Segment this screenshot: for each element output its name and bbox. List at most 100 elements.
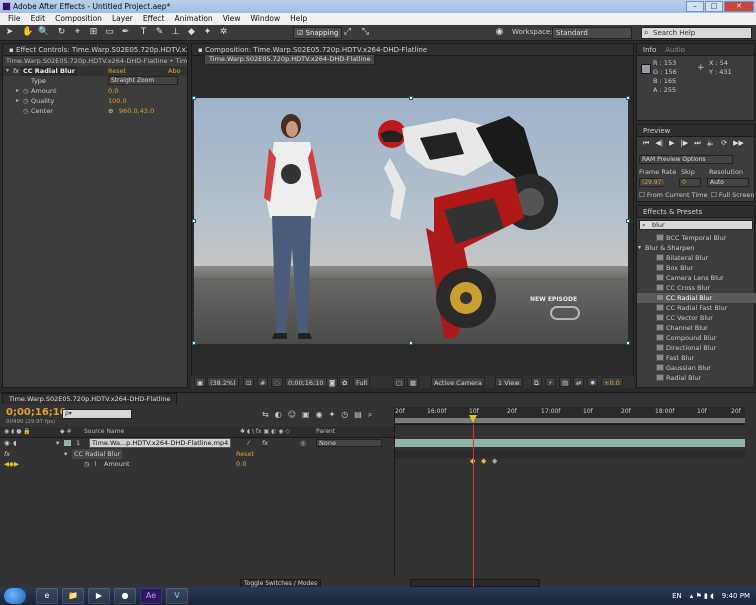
effect-name[interactable]: CC Radial Blur — [21, 66, 77, 76]
source-name-header[interactable]: Source Name — [84, 427, 124, 437]
skip-select[interactable]: 0 — [679, 178, 701, 187]
start-button[interactable] — [4, 588, 26, 604]
amount-value[interactable]: 0.0 — [108, 86, 118, 96]
mute-icon[interactable]: 🔈 — [707, 139, 716, 148]
transform-handle[interactable] — [409, 341, 413, 345]
auto-keyframe-icon[interactable]: ⌕ — [368, 410, 372, 420]
crosshair-icon[interactable]: ⊕ — [108, 106, 113, 116]
effect-item[interactable]: CC Radial Blur — [637, 293, 756, 303]
audio-icon[interactable]: ◖ — [13, 438, 16, 448]
playhead-line[interactable] — [473, 424, 474, 587]
camera-select[interactable]: Active Camera — [431, 377, 485, 387]
time-ruler[interactable]: 20f 16:00f 10f 20f 17:00f 10f 20f 18:00f… — [395, 407, 745, 425]
resolution-select[interactable]: Full — [353, 377, 371, 387]
menu-animation[interactable]: Animation — [169, 13, 217, 25]
region-of-interest-icon[interactable]: ▢ — [393, 377, 406, 387]
stopwatch-icon[interactable]: ◷ — [23, 96, 29, 106]
taskbar-app[interactable]: ● — [114, 588, 136, 604]
maximize-button[interactable]: □ — [705, 1, 723, 12]
graph-editor-icon[interactable]: ◷ — [341, 410, 348, 420]
camera-tool-icon[interactable]: ⌖ — [72, 27, 83, 38]
effects-presets-tab[interactable]: Effects & Presets — [637, 206, 754, 218]
layer-expand-toggle[interactable]: ▾ — [56, 438, 59, 448]
effect-item[interactable]: Bilateral Blur — [637, 253, 756, 263]
zoom-tool-icon[interactable]: 🔍 — [38, 27, 49, 38]
category-expand-toggle[interactable]: ▾ — [638, 243, 641, 253]
tray-icons[interactable]: ▴ ⚑ ▮ ◖ — [690, 587, 714, 605]
flowchart-icon[interactable]: ⇄ — [573, 377, 585, 387]
play-icon[interactable]: ▶ — [669, 139, 674, 148]
mask-visibility-icon[interactable]: ◌ — [271, 377, 283, 387]
timeline-search-input[interactable]: ρ▾ — [62, 409, 132, 419]
stopwatch-icon[interactable]: ◷ — [23, 106, 29, 116]
search-help-input[interactable]: ⌕ Search Help — [641, 27, 752, 39]
composition-subtab[interactable]: Time.Warp.S02E05.720p.HDTV.x264-DHD-Flat… — [204, 54, 376, 65]
frame-rate-select[interactable]: (29.97) — [639, 178, 664, 187]
parent-header[interactable]: Parent — [316, 427, 335, 437]
workspace-icon[interactable]: ◉ — [494, 27, 505, 38]
stopwatch-icon[interactable]: ◷ — [23, 86, 29, 96]
snap-option2-icon[interactable]: ⤡ — [360, 27, 371, 38]
exposure-value[interactable]: +0.0 — [601, 377, 623, 387]
puppet-tool-icon[interactable]: ✲ — [218, 27, 229, 38]
timeline-current-time[interactable]: 0;00;16;10 — [6, 407, 67, 418]
layer-row[interactable]: ◉ ◖ ▾ 1 Time.Wa...p.HDTV.x264-DHD-Flatli… — [0, 438, 394, 448]
audio-tab-label[interactable]: Audio — [665, 46, 685, 54]
transform-handle[interactable] — [626, 341, 630, 345]
effect-expand-toggle[interactable]: ▾ — [64, 449, 67, 459]
effect-expand-toggle[interactable]: ▾ — [6, 66, 9, 76]
center-value[interactable]: 960.0,43.0 — [119, 106, 154, 116]
keyframe-nav-icon[interactable]: ◀◆▶ — [4, 459, 19, 469]
motion-blur-icon[interactable]: ◉ — [316, 410, 323, 420]
type-dropdown[interactable]: Straight Zoom — [108, 76, 178, 85]
transparency-grid-icon[interactable]: ▦ — [407, 377, 420, 387]
effect-item[interactable]: Directional Blur — [637, 343, 756, 353]
menu-window[interactable]: Window — [246, 13, 286, 25]
effects-search-input[interactable]: ⌕ blur — [639, 220, 753, 230]
effect-switch-icon[interactable]: fx — [262, 438, 268, 448]
from-current-time-checkbox[interactable]: ☐ From Current Time — [639, 191, 707, 199]
ram-preview-icon[interactable]: ▶▶ — [733, 139, 744, 148]
menu-help[interactable]: Help — [285, 13, 312, 25]
label-color-swatch[interactable] — [64, 440, 71, 446]
taskbar-app[interactable]: ▶ — [88, 588, 110, 604]
text-tool-icon[interactable]: T — [138, 27, 149, 38]
menu-edit[interactable]: Edit — [26, 13, 51, 25]
timeline-tab[interactable]: Time.Warp.S02E05.720p.HDTV.x264-DHD-Flat… — [2, 393, 178, 404]
prev-frame-icon[interactable]: ◀| — [655, 139, 663, 148]
stopwatch-icon[interactable]: ◷ — [84, 459, 90, 469]
menu-effect[interactable]: Effect — [138, 13, 170, 25]
taskbar-app[interactable]: 📁 — [62, 588, 84, 604]
rotate-tool-icon[interactable]: ↻ — [56, 27, 67, 38]
mask-tool-icon[interactable]: ▭ — [104, 27, 115, 38]
effect-item[interactable]: Channel Blur — [637, 323, 756, 333]
always-preview-icon[interactable]: ▣ — [194, 377, 207, 387]
safe-margins-icon[interactable]: ⊡ — [243, 377, 255, 387]
menu-view[interactable]: View — [218, 13, 246, 25]
draft-3d-icon[interactable]: ◐ — [275, 410, 282, 420]
view-layout-select[interactable]: 1 View — [495, 377, 523, 387]
effect-controls-tab[interactable]: ▪ Effect Controls: Time.Warp.S02E05.720p… — [3, 44, 187, 56]
playhead-marker-icon[interactable] — [469, 415, 477, 423]
quality-value[interactable]: 100.0 — [108, 96, 127, 106]
keyframe-icon[interactable]: ◆ — [481, 457, 486, 465]
effect-item[interactable]: CC Radial Fast Blur — [637, 303, 756, 313]
eraser-tool-icon[interactable]: ◆ — [186, 27, 197, 38]
taskbar-app[interactable]: e — [36, 588, 58, 604]
info-tab[interactable]: Info Audio — [637, 44, 754, 56]
close-button[interactable]: ✕ — [724, 1, 754, 12]
snapping-toggle[interactable]: ☑ Snapping — [293, 27, 343, 39]
effect-category[interactable]: ▾ Blur & Sharpen — [637, 243, 756, 253]
preview-resolution-select[interactable]: Auto — [707, 178, 749, 187]
ram-preview-options-select[interactable]: RAM Preview Options — [639, 155, 733, 164]
transform-handle[interactable] — [409, 96, 413, 100]
brainstorm-icon[interactable]: ✦ — [329, 410, 336, 420]
menu-composition[interactable]: Composition — [50, 13, 107, 25]
transform-handle[interactable] — [192, 96, 196, 100]
clone-stamp-tool-icon[interactable]: ⊥ — [170, 27, 181, 38]
color-channels-icon[interactable]: ✿ — [339, 377, 351, 387]
effect-item[interactable]: CC Cross Blur — [637, 283, 756, 293]
zoom-select[interactable]: (38.2%) — [207, 377, 239, 387]
taskbar-app[interactable]: Ae — [140, 588, 162, 604]
effect-about-link[interactable]: Abo — [168, 66, 181, 76]
